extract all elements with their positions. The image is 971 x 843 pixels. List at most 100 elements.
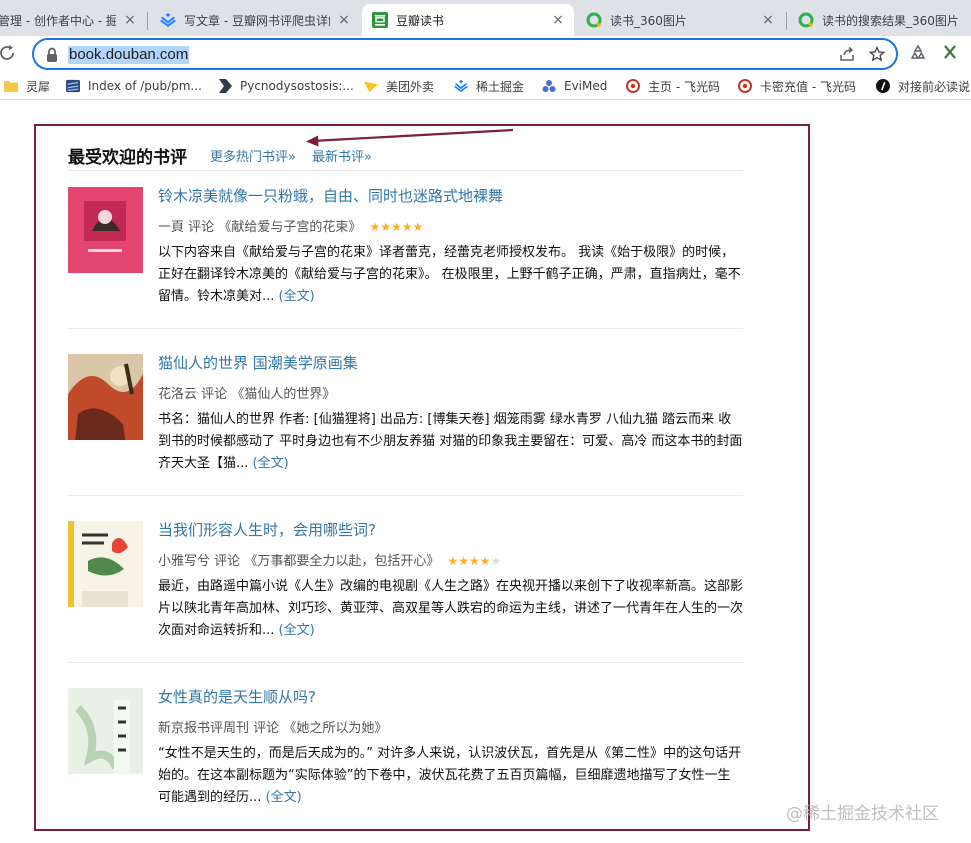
bookmark-read-before[interactable]: 对接前必读说 xyxy=(876,77,970,95)
bookmark-label: 灵犀 xyxy=(26,79,51,94)
full-text-link[interactable]: (全文) xyxy=(279,623,315,638)
bookmark-meituan[interactable]: 美团外卖 xyxy=(364,77,434,95)
target-icon xyxy=(626,79,640,93)
review-meta: 一頁 评论 《献给爱与子宫的花束》 ★★★★★ xyxy=(158,216,423,235)
bookmark-star-icon[interactable] xyxy=(868,45,886,64)
ftp-icon xyxy=(66,79,80,93)
tab-douban-book[interactable]: 豆瓣读书 × xyxy=(362,4,574,36)
share-icon[interactable] xyxy=(838,46,856,64)
review-meta: 新京报书评周刊 评论 《她之所以为她》 xyxy=(158,717,387,736)
bookmark-label: Pycnodysostosis:... xyxy=(240,79,354,93)
excel-extension-icon[interactable] xyxy=(940,44,960,64)
evimed-icon xyxy=(542,79,556,93)
bookmarks-bar: 灵犀 Index of /pub/pm... Pycnodysostosis:.… xyxy=(0,72,971,100)
review-item: 女性真的是天生顺从吗? 新京报书评周刊 评论 《她之所以为她》 “女性不是天生的… xyxy=(68,686,743,805)
latest-reviews-link[interactable]: 最新书评» xyxy=(312,146,372,165)
juejin-icon xyxy=(160,12,176,28)
review-title[interactable]: 铃木凉美就像一只粉蛾，自由、同时也迷路式地裸舞 xyxy=(158,185,503,206)
close-tab-icon[interactable]: × xyxy=(550,12,566,28)
tab-strip: 管理 - 创作者中心 - 掘金 × 写文章 - 豆瓣网书评爬虫详解 × 豆瓣读书… xyxy=(0,0,971,36)
rating-stars: ★★★★★ xyxy=(447,554,502,568)
review-item: 铃木凉美就像一只粉蛾，自由、同时也迷路式地裸舞 一頁 评论 《献给爱与子宫的花束… xyxy=(68,185,743,304)
review-divider xyxy=(68,328,743,329)
review-title[interactable]: 女性真的是天生顺从吗? xyxy=(158,686,316,707)
review-excerpt-block: 最近，由路遥中篇小说《人生》改编的电视剧《人生之路》在央视开播以来创下了收视率新… xyxy=(158,576,743,642)
review-excerpt: 以下内容来自《献给爱与子宫的花束》译者蕾克，经蕾克老师授权发布。 我读《始于极限… xyxy=(158,245,741,304)
tab-title: 读书的搜索结果_360图片 xyxy=(822,13,959,28)
full-text-link[interactable]: (全文) xyxy=(266,790,302,805)
info-icon xyxy=(876,79,890,93)
bookmark-feiguangma-home[interactable]: 主页 - 飞光码 xyxy=(626,77,720,95)
browser-toolbar: book.douban.com xyxy=(0,36,971,72)
review-author[interactable]: 花洛云 xyxy=(158,387,197,402)
review-title[interactable]: 猫仙人的世界 国潮美学原画集 xyxy=(158,352,358,373)
tab-360-search[interactable]: 读书的搜索结果_360图片 xyxy=(788,4,971,36)
tab-write-article[interactable]: 写文章 - 豆瓣网书评爬虫详解 × xyxy=(150,4,360,36)
full-text-link[interactable]: (全文) xyxy=(279,289,315,304)
tab-360-images[interactable]: 读书_360图片 × xyxy=(576,4,784,36)
target-icon xyxy=(738,79,752,93)
review-book[interactable]: 《她之所以为她》 xyxy=(283,721,387,736)
bookmark-label: 对接前必读说 xyxy=(898,79,971,94)
reload-icon[interactable] xyxy=(0,44,16,64)
review-item: 猫仙人的世界 国潮美学原画集 花洛云 评论 《猫仙人的世界》 书名：猫仙人的世界… xyxy=(68,352,743,471)
more-reviews-link[interactable]: 更多热门书评» xyxy=(210,146,296,165)
full-text-link[interactable]: (全文) xyxy=(253,456,289,471)
bookmark-juejin[interactable]: 稀土掘金 xyxy=(454,77,524,95)
douban-icon xyxy=(372,12,388,28)
close-tab-icon[interactable]: × xyxy=(760,12,776,28)
bookmark-lingxi[interactable]: 灵犀 xyxy=(4,77,50,95)
review-excerpt-block: 以下内容来自《献给爱与子宫的花束》译者蕾克，经蕾克老师授权发布。 我读《始于极限… xyxy=(158,242,743,308)
bookmark-label: 美团外卖 xyxy=(386,79,435,94)
tab-title: 读书_360图片 xyxy=(610,13,687,28)
review-title[interactable]: 当我们形容人生时，会用哪些词? xyxy=(158,519,376,540)
review-excerpt: 书名：猫仙人的世界 作者: [仙猫狸将] 出品方: [博集天卷] 烟笼雨雾 绿水… xyxy=(158,412,743,471)
review-kind: 评论 xyxy=(253,721,280,736)
bookmark-evimed[interactable]: EviMed xyxy=(542,77,607,95)
360-icon xyxy=(586,12,602,28)
address-bar[interactable]: book.douban.com xyxy=(32,38,898,70)
review-book[interactable]: 《万事都要全力以赴，包括开心》 xyxy=(244,554,439,569)
review-kind: 评论 xyxy=(214,554,241,569)
bookmark-feiguangma-recharge[interactable]: 卡密充值 - 飞光码 xyxy=(738,77,856,95)
lock-icon[interactable] xyxy=(46,47,60,63)
url-text[interactable]: book.douban.com xyxy=(68,46,190,64)
watermark: @稀土掘金技术社区 xyxy=(786,804,939,824)
review-author[interactable]: 小雅写兮 xyxy=(158,554,210,569)
review-divider xyxy=(68,495,743,496)
review-author[interactable]: 一頁 xyxy=(158,220,184,235)
review-item: 当我们形容人生时，会用哪些词? 小雅写兮 评论 《万事都要全力以赴，包括开心》 … xyxy=(68,519,743,638)
book-cover[interactable] xyxy=(68,187,143,273)
review-book[interactable]: 《献给爱与子宫的花束》 xyxy=(218,220,361,235)
review-kind: 评论 xyxy=(201,387,228,402)
review-book[interactable]: 《猫仙人的世界》 xyxy=(231,387,335,402)
annotation-arrow xyxy=(306,128,514,147)
review-meta: 花洛云 评论 《猫仙人的世界》 xyxy=(158,383,335,402)
tab-separator xyxy=(786,12,787,30)
book-cover[interactable] xyxy=(68,688,143,774)
bookmark-label: 稀土掘金 xyxy=(476,79,525,94)
review-excerpt-block: 书名：猫仙人的世界 作者: [仙猫狸将] 出品方: [博集天卷] 烟笼雨雾 绿水… xyxy=(158,409,743,475)
close-tab-icon[interactable]: × xyxy=(336,12,352,28)
close-tab-icon[interactable]: × xyxy=(122,12,138,28)
book-cover[interactable] xyxy=(68,354,143,440)
arrow-bookmark-icon xyxy=(218,79,232,93)
bookmark-label: EviMed xyxy=(564,79,608,93)
review-excerpt-block: “女性不是天生的，而是后天成为的。” 对许多人来说，认识波伏瓦，首先是从《第二性… xyxy=(158,743,743,809)
book-cover[interactable] xyxy=(68,521,143,607)
tab-separator xyxy=(147,12,148,30)
bookmark-index-pub[interactable]: Index of /pub/pm... xyxy=(66,77,202,95)
folder-icon xyxy=(4,79,18,93)
review-excerpt: “女性不是天生的，而是后天成为的。” 对许多人来说，认识波伏瓦，首先是从《第二性… xyxy=(158,746,742,805)
rating-stars: ★★★★★ xyxy=(369,220,424,234)
bookmark-pycnodysostosis[interactable]: Pycnodysostosis:... xyxy=(218,77,354,95)
bookmark-label: Index of /pub/pm... xyxy=(88,79,202,93)
recycle-extension-icon[interactable] xyxy=(908,44,928,64)
tab-juejin-creator[interactable]: 管理 - 创作者中心 - 掘金 × xyxy=(0,4,146,36)
bookmark-label: 卡密充值 - 飞光码 xyxy=(760,79,856,94)
360-icon xyxy=(798,12,814,28)
tab-title: 豆瓣读书 xyxy=(396,13,445,28)
tab-title: 写文章 - 豆瓣网书评爬虫详解 xyxy=(184,13,330,28)
review-divider xyxy=(68,662,743,663)
review-author[interactable]: 新京报书评周刊 xyxy=(158,721,249,736)
